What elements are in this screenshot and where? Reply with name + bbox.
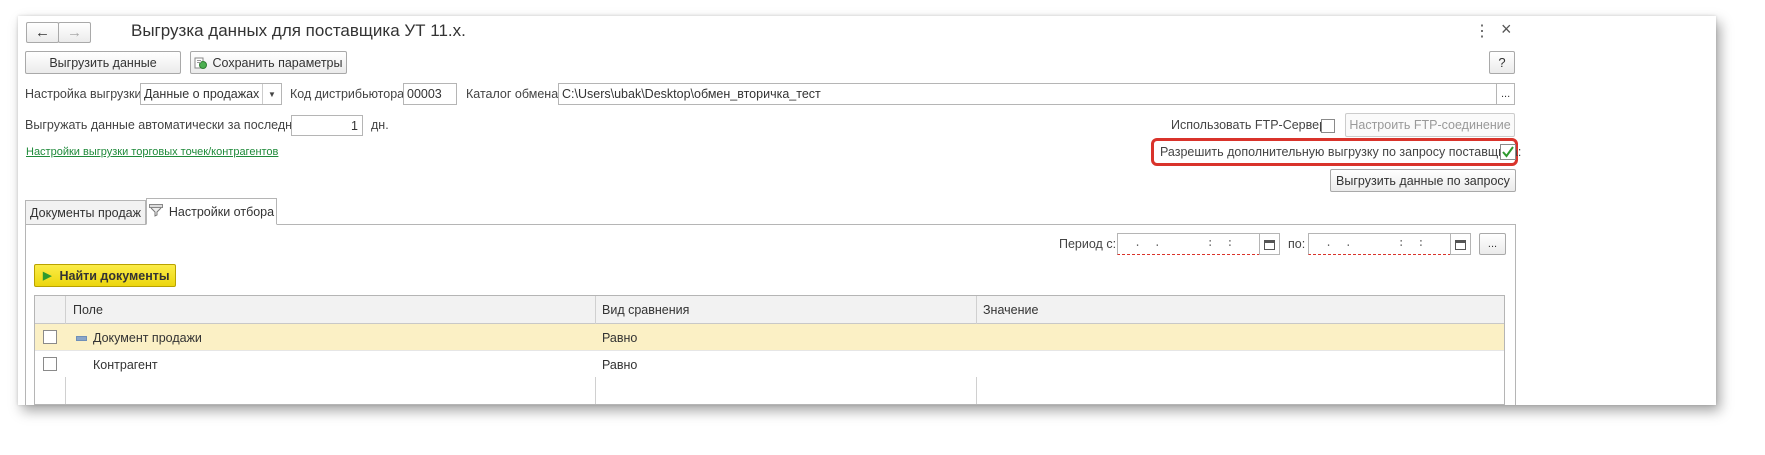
outlets-settings-link[interactable]: Настройки выгрузки торговых точек/контра…: [26, 146, 278, 158]
row-comparison: Равно: [602, 358, 638, 372]
forward-button[interactable]: →: [58, 22, 91, 43]
export-setting-value: Данные о продажах: [144, 87, 260, 101]
auto-export-label: Выгружать данные автоматически за послед…: [25, 118, 310, 132]
ftp-setup-button[interactable]: Настроить FTP-соединение: [1345, 113, 1515, 137]
export-by-request-button[interactable]: Выгрузить данные по запросу: [1330, 169, 1516, 192]
table-row[interactable]: [35, 351, 1504, 377]
chevron-down-icon[interactable]: ▼: [262, 84, 281, 104]
distributor-code-field[interactable]: 00003: [403, 83, 457, 105]
period-from-label: Период с:: [1059, 237, 1117, 251]
period-from-field[interactable]: . . : :: [1117, 233, 1260, 255]
catalog-browse-button[interactable]: ...: [1496, 83, 1515, 105]
filter-settings-icon: [148, 203, 163, 220]
find-documents-button[interactable]: ▶ Найти документы: [34, 264, 176, 287]
period-to-calendar-button[interactable]: [1450, 233, 1471, 255]
allow-extra-checkbox[interactable]: [1500, 144, 1516, 160]
tab-filter-settings-label: Настройки отбора: [168, 204, 275, 219]
allow-extra-label: Разрешить дополнительную выгрузку по зап…: [1160, 145, 1522, 159]
column-header-comparison[interactable]: Вид сравнения: [602, 303, 689, 317]
arrow-left-icon: ←: [35, 24, 50, 41]
filter-table: Поле Вид сравнения Значение Документ про…: [34, 295, 1505, 405]
exchange-catalog-field[interactable]: C:\Users\ubak\Desktop\обмен_вторичка_тес…: [558, 83, 1497, 105]
export-data-button[interactable]: Выгрузить данные: [25, 51, 181, 74]
save-settings-icon: [194, 57, 208, 69]
play-icon: ▶: [43, 270, 52, 282]
column-header-value[interactable]: Значение: [983, 303, 1038, 317]
auto-export-days-field[interactable]: 1: [291, 115, 363, 136]
calendar-icon: [1455, 239, 1466, 250]
arrow-right-icon: →: [67, 24, 82, 41]
table-header: [35, 296, 1504, 324]
row-field: Контрагент: [93, 358, 158, 372]
ftp-label: Использовать FTP-Сервер:: [1171, 118, 1330, 132]
export-window: ← → Выгрузка данных для поставщика УТ 11…: [18, 16, 1716, 405]
row-field: Документ продажи: [93, 331, 202, 345]
calendar-icon: [1264, 239, 1275, 250]
table-row[interactable]: [35, 324, 1504, 351]
find-documents-label: Найти документы: [59, 268, 170, 283]
auto-export-days-value: 1: [351, 118, 358, 133]
window-title: Выгрузка данных для поставщика УТ 11.x.: [131, 21, 466, 40]
tab-sales-documents-label: Документы продаж: [30, 205, 141, 220]
period-from-calendar-button[interactable]: [1259, 233, 1280, 255]
save-params-button[interactable]: Сохранить параметры: [190, 51, 347, 74]
distributor-code-label: Код дистрибьютора:: [290, 87, 408, 101]
back-button[interactable]: ←: [26, 22, 59, 43]
export-setting-label: Настройка выгрузки:: [25, 87, 145, 101]
days-unit-label: дн.: [371, 118, 389, 132]
help-button[interactable]: ?: [1489, 51, 1515, 74]
more-icon[interactable]: ⋮: [1474, 21, 1490, 41]
collapse-icon[interactable]: [76, 336, 87, 341]
export-setting-select[interactable]: Данные о продажах ▼: [140, 83, 282, 105]
row-checkbox[interactable]: [43, 357, 57, 371]
period-to-field[interactable]: . . : :: [1308, 233, 1451, 255]
row-comparison: Равно: [602, 331, 638, 345]
period-more-button[interactable]: ...: [1479, 233, 1506, 255]
tab-filter-settings[interactable]: Настройки отбора: [146, 198, 277, 225]
close-icon[interactable]: ×: [1501, 19, 1512, 40]
checkmark-icon: [1502, 146, 1514, 158]
save-params-label: Сохранить параметры: [212, 55, 343, 70]
tab-sales-documents[interactable]: Документы продаж: [25, 200, 146, 224]
use-ftp-checkbox[interactable]: [1321, 119, 1335, 133]
column-header-field[interactable]: Поле: [73, 303, 103, 317]
exchange-catalog-label: Каталог обмена:: [466, 87, 562, 101]
period-to-label: по:: [1288, 237, 1306, 251]
row-checkbox[interactable]: [43, 330, 57, 344]
